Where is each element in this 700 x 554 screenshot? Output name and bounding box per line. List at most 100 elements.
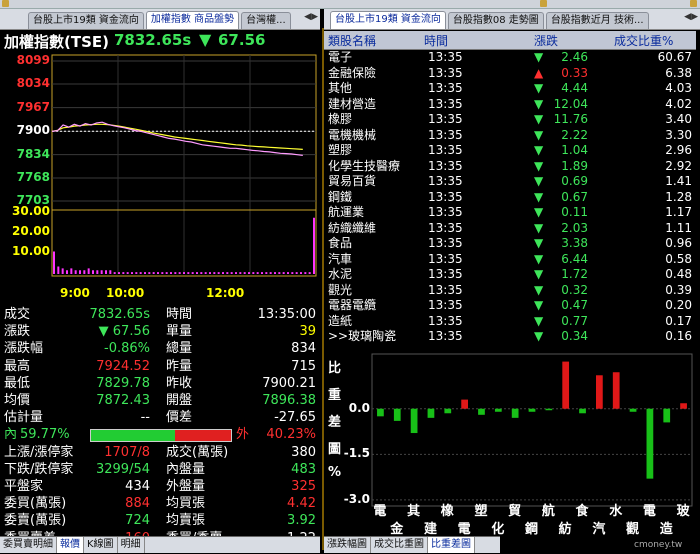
industry-name: 水泥: [328, 267, 353, 281]
quote-row: 下跌/跌停家 3299/54 內盤量 483: [0, 461, 320, 478]
industry-row[interactable]: 電器電纜 13:35 ▼ 0.47 0.20: [324, 298, 696, 313]
quote-label: 昨收: [166, 375, 193, 391]
quote-value: 39: [299, 324, 316, 340]
down-arrow-icon: ▼: [534, 158, 544, 173]
industry-weight: 0.96: [665, 236, 692, 250]
col-time[interactable]: 時間: [424, 32, 448, 49]
col-change[interactable]: 漲跌: [534, 32, 558, 49]
industry-row[interactable]: 食品 13:35 ▼ 3.38 0.96: [324, 236, 696, 251]
toolbar-icon[interactable]: [540, 0, 547, 7]
down-arrow-icon: ▼: [534, 81, 544, 95]
quote-row: 均價 7872.43 開盤 7896.38: [0, 392, 320, 409]
industry-name: 電子: [328, 50, 353, 64]
tab-scroll-icon[interactable]: ◀▶: [304, 12, 318, 22]
weight-diff-bar: [528, 408, 536, 412]
industry-row[interactable]: 汽車 13:35 ▼ 6.44 0.58: [324, 252, 696, 267]
industry-row[interactable]: 其他 13:35 ▼ 4.44 4.03: [324, 81, 696, 96]
industry-weight: 0.16: [665, 329, 692, 343]
industry-weight: 0.48: [665, 267, 692, 281]
industry-row[interactable]: 電子 13:35 ▼ 2.46 60.67: [324, 50, 696, 65]
toolbar-icon-right[interactable]: [690, 0, 697, 7]
down-arrow-icon: ▼: [534, 143, 544, 157]
tab-order-detail[interactable]: 委買賣明細: [0, 537, 57, 553]
quote-value: -27.65: [274, 410, 316, 426]
tab-detail[interactable]: 明細: [118, 537, 145, 553]
industry-time: 13:35: [428, 65, 463, 80]
industry-change: 1.72: [561, 267, 588, 281]
industry-time: 13:35: [428, 174, 463, 188]
tab-left-3[interactable]: 台灣權...: [241, 12, 291, 29]
industry-row[interactable]: 建材營造 13:35 ▼ 12.04 4.02: [324, 97, 696, 112]
down-arrow-icon: ▼: [534, 205, 544, 219]
industry-row[interactable]: 塑膠 13:35 ▼ 1.04 2.96: [324, 143, 696, 158]
time-tick-label: 9:00: [60, 286, 90, 300]
tab-right-2[interactable]: 台股指數08 走勢圖: [447, 12, 544, 29]
tab-scroll-icon-right[interactable]: ◀▶: [684, 12, 698, 22]
industry-change: 3.38: [561, 236, 588, 250]
volume-tick-label: 30.00: [12, 204, 50, 218]
quote-label: 開盤: [166, 393, 193, 408]
col-name[interactable]: 類股名稱: [328, 32, 376, 49]
tab-weight-chart[interactable]: 成交比重圖: [371, 537, 428, 553]
outer-pct: 40.23%: [266, 427, 316, 443]
tab-left-1[interactable]: 台股上市19類 資金流向: [28, 12, 144, 29]
industry-row[interactable]: 水泥 13:35 ▼ 1.72 0.48: [324, 267, 696, 282]
industry-name: 食品: [328, 236, 353, 250]
industry-change: 11.76: [553, 112, 588, 126]
tab-quote[interactable]: 報價: [57, 537, 84, 553]
industry-name: 鋼鐵: [328, 189, 353, 204]
tab-right-1[interactable]: 台股上市19類 資金流向: [330, 11, 446, 29]
industry-time: 13:35: [428, 158, 463, 173]
down-arrow-icon: ▼: [534, 298, 544, 312]
industry-row[interactable]: 造紙 13:35 ▼ 0.77 0.17: [324, 314, 696, 329]
app-icon[interactable]: [2, 0, 9, 7]
industry-time: 13:35: [428, 329, 463, 343]
col-weight[interactable]: 成交比重%: [614, 32, 673, 49]
quote-row: 估計量 -- 價差 -27.65: [0, 409, 320, 426]
industry-row[interactable]: >>玻璃陶瓷 13:35 ▼ 0.34 0.16: [324, 329, 696, 344]
bar-tick-label: -3.0: [343, 491, 370, 506]
price-tick-label: 7834: [16, 146, 50, 161]
category-label: 航: [541, 504, 555, 519]
industry-row[interactable]: 航運業 13:35 ▼ 0.11 1.17: [324, 205, 696, 220]
industry-row[interactable]: 化學生技醫療 13:35 ▼ 1.89 2.92: [324, 159, 696, 174]
tab-change-chart[interactable]: 漲跌幅圖: [324, 537, 371, 553]
tab-kline[interactable]: K線圖: [84, 537, 118, 553]
industry-time: 13:35: [428, 189, 463, 204]
industry-row[interactable]: 電機機械 13:35 ▼ 2.22 3.30: [324, 128, 696, 143]
quote-value: 3299/54: [95, 461, 150, 477]
category-label: 其: [407, 504, 421, 519]
industry-change: 0.77: [561, 313, 588, 328]
industry-change: 2.46: [561, 50, 588, 64]
category-label: 食: [575, 504, 589, 519]
quote-label: 總量: [166, 341, 193, 357]
industry-row[interactable]: 橡膠 13:35 ▼ 11.76 3.40: [324, 112, 696, 127]
industry-row[interactable]: 金融保險 13:35 ▲ 0.33 6.38: [324, 66, 696, 81]
time-tick-label: 12:00: [206, 286, 245, 300]
index-change: 67.56: [218, 31, 266, 49]
category-label: 貿: [508, 504, 522, 519]
tab-left-2[interactable]: 加權指數 商品盤勢: [145, 11, 240, 29]
bar-tick-label: 0.0: [348, 400, 370, 415]
quote-row: 最高 7924.52 昨量 715: [0, 358, 320, 375]
tab-right-3[interactable]: 台股指數近月 技術...: [545, 12, 649, 29]
price-tick-label: 7967: [16, 99, 50, 114]
industry-row[interactable]: 貿易百貨 13:35 ▼ 0.69 1.41: [324, 174, 696, 189]
watermark: cmoney.tw: [634, 540, 683, 550]
industry-row[interactable]: 紡織纖維 13:35 ▼ 2.03 1.11: [324, 221, 696, 236]
tab-weight-diff-chart[interactable]: 比重差圖: [428, 537, 475, 553]
industry-weight: 6.38: [665, 65, 692, 80]
quote-label: 平盤家: [4, 479, 44, 494]
down-arrow-icon: ▼: [199, 30, 212, 49]
index-header: 加權指數(TSE) 7832.65s ▼ 67.56: [4, 30, 320, 52]
weight-diff-bar: [377, 408, 384, 417]
industry-row[interactable]: 鋼鐵 13:35 ▼ 0.67 1.28: [324, 190, 696, 205]
chart-ylabel-char: 比: [328, 361, 342, 376]
quote-label: 昨量: [166, 358, 193, 374]
weight-diff-bar: [393, 408, 401, 421]
volume-tick-label: 20.00: [12, 224, 50, 238]
weight-diff-bar: [562, 361, 570, 409]
industry-name: 其他: [328, 81, 353, 95]
industry-time: 13:35: [428, 282, 463, 297]
industry-row[interactable]: 觀光 13:35 ▼ 0.32 0.39: [324, 283, 696, 298]
